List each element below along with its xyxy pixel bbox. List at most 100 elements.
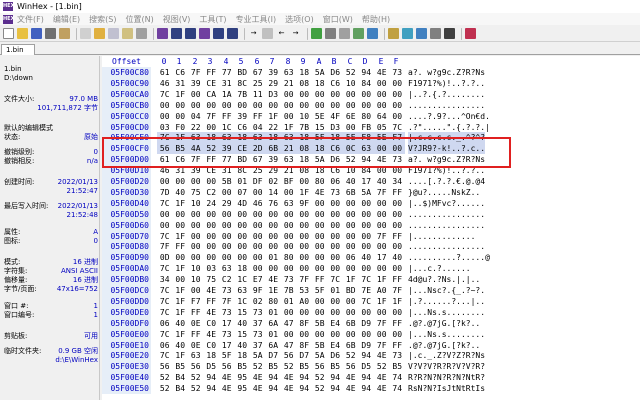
hex-byte[interactable]: 00 [219, 187, 235, 198]
hex-byte[interactable]: 00 [250, 263, 266, 274]
hex-bytes[interactable]: 61 C6 7F FF 77 BD 67 39 63 18 5A D6 52 94 4E 73 [157, 67, 405, 78]
hex-byte[interactable]: 03 [204, 263, 220, 274]
hex-row[interactable]: 05F00D20 00 00 00 00 5B 01 DF 02 BF 00 80 06 40 17 40 34… [102, 176, 640, 187]
hex-byte[interactable]: 73 [328, 187, 344, 198]
search-icon[interactable] [367, 28, 378, 39]
hex-byte[interactable]: 31 [219, 78, 235, 89]
hex-byte[interactable]: 73 [390, 154, 406, 165]
hex-byte[interactable]: 56 [188, 361, 204, 372]
hex-byte[interactable]: 4E [250, 372, 266, 383]
hex-bytes[interactable]: 52 B4 52 94 4E 95 4E 94 4E 94 52 94 4E 94 4E 74 [157, 372, 405, 383]
hex-byte[interactable]: 5E [374, 132, 390, 144]
hex-byte[interactable]: FF [204, 67, 220, 78]
hex-byte[interactable]: 52 [312, 383, 328, 394]
menu-search[interactable]: 搜索(S) [89, 14, 116, 25]
hex-byte[interactable]: 5F [312, 285, 328, 296]
open-disk-icon[interactable] [325, 28, 336, 39]
hex-byte[interactable]: 1A [219, 89, 235, 100]
hex-byte[interactable]: 7C [359, 274, 375, 285]
hex-byte[interactable]: 00 [235, 220, 251, 231]
menu-position[interactable]: 位置(N) [125, 14, 153, 25]
hex-byte[interactable]: 73 [390, 350, 406, 361]
hex-byte[interactable]: 01 [235, 176, 251, 187]
hex-byte[interactable]: 46 [157, 165, 173, 176]
hex-bytes[interactable]: 7C 1F 63 18 63 18 63 18 63 18 5F 18 5E F8 5E F7 [157, 132, 405, 144]
hex-byte[interactable]: 00 [343, 263, 359, 274]
hex-byte[interactable]: 39 [266, 67, 282, 78]
hex-byte[interactable]: 75 [188, 187, 204, 198]
ascii-text[interactable]: |............. [408, 231, 475, 242]
hex-byte[interactable]: 37 [250, 318, 266, 329]
hex-byte[interactable]: 00 [343, 122, 359, 133]
hex-byte[interactable]: 1F [173, 285, 189, 296]
hex-row[interactable]: 05F00CB0 00 00 00 00 00 00 00 00 00 00 00 00 00 00 00 00… [102, 99, 640, 111]
hex-byte[interactable]: 00 [390, 89, 406, 100]
hex-byte[interactable]: 24 [204, 198, 220, 209]
hex-byte[interactable]: 74 [390, 372, 406, 383]
hex-byte[interactable]: F8 [358, 132, 374, 144]
hex-byte[interactable]: 00 [250, 241, 266, 252]
hex-bytes[interactable]: 7C 1F 10 03 63 18 00 00 00 00 00 00 00 00 00 00 [157, 263, 405, 274]
hex-byte[interactable]: FB [359, 122, 375, 133]
ascii-text[interactable]: ....?.9?...^On€d. [408, 111, 490, 122]
hex-byte[interactable]: 80 [312, 176, 328, 187]
hex-byte[interactable]: 00 [235, 231, 251, 242]
hex-byte[interactable]: C6 [173, 154, 189, 165]
hex-byte[interactable]: 01 [328, 285, 344, 296]
hex-byte[interactable]: 7C [157, 132, 173, 144]
hex-byte[interactable]: 00 [343, 220, 359, 231]
hex-byte[interactable]: 08 [297, 165, 313, 176]
hex-row[interactable]: 05F00C80 61 C6 7F FF 77 BD 67 39 63 18 5A D6 52 94 4E 73… [102, 67, 640, 78]
hex-byte[interactable]: 00 [374, 329, 390, 340]
hex-byte[interactable]: 5B [312, 318, 328, 329]
hex-byte[interactable]: FF [390, 274, 406, 285]
hex-byte[interactable]: 00 [281, 329, 297, 340]
hex-byte[interactable]: 56 [281, 350, 297, 361]
tab-1-bin[interactable]: 1.bin [1, 44, 35, 55]
hex-byte[interactable]: 7F [374, 231, 390, 242]
hex-byte[interactable]: B5 [235, 361, 251, 372]
undo-icon[interactable] [80, 28, 91, 39]
hex-byte[interactable]: 00 [390, 165, 406, 176]
menu-edit[interactable]: 编辑(E) [53, 14, 80, 25]
hex-byte[interactable]: 7F [188, 67, 204, 78]
hex-byte[interactable]: 7C [359, 296, 375, 307]
hex-byte[interactable]: 00 [281, 231, 297, 242]
hex-byte[interactable]: 00 [235, 241, 251, 252]
hex-row[interactable]: 05F00E50 52 B4 52 94 4E 95 4E 94 4E 94 52 94 4E 94 4E 74… [102, 383, 640, 395]
hex-byte[interactable]: 00 [390, 209, 406, 220]
hex-byte[interactable]: D5 [359, 361, 375, 372]
hex-byte[interactable]: 00 [312, 263, 328, 274]
hex-byte[interactable]: C0 [204, 318, 220, 329]
ascii-text[interactable]: |...Ns.s........ [408, 307, 485, 318]
hex-byte[interactable]: 01 [266, 329, 282, 340]
hex-byte[interactable]: 00 [343, 209, 359, 220]
hex-byte[interactable]: 1F [343, 274, 359, 285]
hex-byte[interactable]: 80 [359, 111, 375, 122]
hex-byte[interactable]: 10 [188, 198, 204, 209]
hex-byte[interactable]: 00 [328, 252, 344, 263]
hex-byte[interactable]: D9 [359, 340, 375, 351]
hex-byte[interactable]: 63 [281, 154, 297, 165]
hex-byte[interactable]: 00 [343, 241, 359, 252]
ascii-text[interactable]: .@?.@7jG.[?k?.. [408, 318, 480, 329]
hex-byte[interactable]: 00 [343, 307, 359, 318]
hex-bytes[interactable]: 06 40 0E C0 17 40 37 6A 47 8F 5B E4 6B D9 7F FF [157, 318, 405, 329]
hex-byte[interactable]: 00 [219, 209, 235, 220]
hex-byte[interactable]: 00 [374, 307, 390, 318]
hex-byte[interactable]: 1F [374, 296, 390, 307]
hex-byte[interactable]: 29 [219, 198, 235, 209]
hex-byte[interactable]: C6 [328, 165, 344, 176]
menu-help[interactable]: 帮助(H) [362, 14, 390, 25]
hex-byte[interactable]: 94 [204, 372, 220, 383]
hex-byte[interactable]: 00 [297, 241, 313, 252]
hex-byte[interactable]: 4E [250, 383, 266, 394]
hex-byte[interactable]: 52 [188, 372, 204, 383]
hex-byte[interactable]: 00 [281, 111, 297, 122]
hex-byte[interactable]: 4E [374, 372, 390, 383]
hex-byte[interactable]: 5A [250, 350, 266, 361]
hex-byte[interactable]: 06 [157, 340, 173, 351]
ascii-text[interactable]: ................ [408, 220, 485, 231]
hex-byte[interactable]: 00 [204, 241, 220, 252]
hex-bytes[interactable]: 00 00 00 00 00 00 00 00 00 00 00 00 00 00 00 00 [157, 209, 405, 220]
